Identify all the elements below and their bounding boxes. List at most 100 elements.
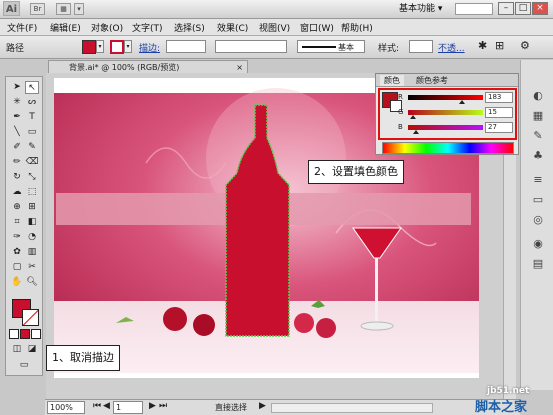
type-tool-icon[interactable]: T: [25, 111, 39, 124]
stroke-dropdown[interactable]: ▾: [124, 40, 132, 53]
stroke-swatch[interactable]: [110, 40, 124, 54]
stroke-icon[interactable]: ≡: [529, 172, 547, 188]
eyedropper-icon[interactable]: ✑: [10, 231, 24, 244]
variable-width-profile[interactable]: [215, 40, 287, 53]
menu-window[interactable]: 窗口(W): [300, 21, 334, 34]
lasso-icon[interactable]: ᔕ: [25, 96, 39, 109]
watermark-url: jb51.net: [487, 386, 530, 396]
swatches-icon[interactable]: ▦: [529, 108, 547, 124]
first-page-icon[interactable]: ⏮: [93, 401, 101, 411]
status-menu-icon[interactable]: ▶: [259, 401, 266, 411]
search-input[interactable]: [455, 3, 493, 15]
graphic-style-picker[interactable]: [409, 40, 433, 53]
g-slider-thumb[interactable]: [409, 115, 416, 119]
channel-r-label: R: [398, 93, 403, 101]
fill-dropdown[interactable]: ▾: [96, 40, 104, 53]
horizontal-scrollbar[interactable]: [271, 403, 433, 413]
free-transform-icon[interactable]: ⬚: [25, 186, 39, 199]
b-value-field[interactable]: 27: [485, 122, 513, 133]
draw-normal-icon[interactable]: ◫: [10, 343, 24, 356]
gradient-tool-icon[interactable]: ◧: [25, 216, 39, 229]
color-mode-icon[interactable]: [20, 329, 30, 339]
gradient-icon[interactable]: ▭: [529, 192, 547, 208]
slice-tool-icon[interactable]: ✂: [25, 261, 39, 274]
rectangle-tool-icon[interactable]: ▭: [25, 126, 39, 139]
menu-object[interactable]: 对象(O): [91, 21, 123, 34]
magic-wand-icon[interactable]: ✳: [10, 96, 24, 109]
align-icon[interactable]: ⊞: [495, 39, 504, 52]
transparency-icon[interactable]: ◎: [529, 212, 547, 228]
g-slider[interactable]: [408, 110, 483, 119]
screen-mode-icon[interactable]: ▭: [17, 359, 31, 372]
blob-brush-icon[interactable]: ✏: [10, 156, 24, 169]
r-value-field[interactable]: 183: [485, 92, 513, 103]
b-slider-thumb[interactable]: [413, 130, 420, 134]
g-value-field[interactable]: 15: [485, 107, 513, 118]
last-page-icon[interactable]: ⏭: [159, 401, 167, 411]
prev-page-icon[interactable]: ◀: [103, 401, 110, 411]
menu-type[interactable]: 文字(T): [132, 21, 163, 34]
menu-help[interactable]: 帮助(H): [341, 21, 373, 34]
symbols-icon[interactable]: ♣: [529, 148, 547, 164]
b-slider[interactable]: [408, 125, 483, 134]
menu-file[interactable]: 文件(F): [7, 21, 37, 34]
arrange-documents-button[interactable]: ▦: [56, 3, 71, 15]
appearance-icon[interactable]: ◉: [529, 236, 547, 252]
arrange-dropdown-icon[interactable]: ▾: [74, 3, 84, 15]
selection-tool-icon[interactable]: ➤: [10, 81, 24, 94]
menu-edit[interactable]: 编辑(E): [50, 21, 81, 34]
brushes-icon[interactable]: ✎: [529, 128, 547, 144]
blend-tool-icon[interactable]: ◔: [25, 231, 39, 244]
eraser-icon[interactable]: ⌫: [25, 156, 39, 169]
mesh-tool-icon[interactable]: ⌗: [10, 216, 24, 229]
minimize-button[interactable]: –: [498, 2, 514, 15]
rotate-tool-icon[interactable]: ↻: [10, 171, 24, 184]
pencil-icon[interactable]: ✎: [25, 141, 39, 154]
graph-tool-icon[interactable]: ▥: [25, 246, 39, 259]
tab-color[interactable]: 颜色: [380, 75, 404, 86]
paintbrush-icon[interactable]: ✐: [10, 141, 24, 154]
zoom-field[interactable]: 100%: [47, 401, 85, 414]
document-tab[interactable]: 背景.ai* @ 100% (RGB/预览) ×: [48, 60, 248, 73]
perspective-grid-icon[interactable]: ⊞: [25, 201, 39, 214]
workspace-switcher[interactable]: 基本功能 ▾: [399, 2, 442, 16]
color-panel-icon[interactable]: ◐: [529, 88, 547, 104]
r-slider[interactable]: [408, 95, 483, 104]
draw-behind-icon[interactable]: ◪: [25, 343, 39, 356]
transform-icon[interactable]: ⚙: [520, 39, 530, 52]
page-field[interactable]: 1: [113, 401, 143, 414]
menu-select[interactable]: 选择(S): [174, 21, 205, 34]
default-colors-icon[interactable]: [9, 329, 19, 339]
layers-icon[interactable]: ▤: [529, 256, 547, 272]
stroke-none-indicator[interactable]: [22, 309, 39, 326]
menu-effect[interactable]: 效果(C): [217, 21, 248, 34]
stroke-label[interactable]: 描边:: [139, 41, 160, 54]
bridge-button[interactable]: Br: [30, 3, 45, 15]
artboard-tool-icon[interactable]: ▢: [10, 261, 24, 274]
tab-color-guide[interactable]: 颜色参考: [416, 75, 448, 86]
none-mode-icon[interactable]: [31, 329, 41, 339]
stroke-weight-field[interactable]: [166, 40, 206, 53]
fill-swatch[interactable]: [82, 40, 96, 54]
opacity-label[interactable]: 不透...: [438, 41, 465, 54]
brush-definition[interactable]: 基本: [297, 40, 365, 53]
next-page-icon[interactable]: ▶: [149, 401, 156, 411]
restore-button[interactable]: □: [515, 2, 531, 15]
line-tool-icon[interactable]: ╲: [10, 126, 24, 139]
color-spectrum[interactable]: [382, 142, 514, 154]
close-button[interactable]: ×: [532, 2, 548, 15]
shape-builder-icon[interactable]: ⊕: [10, 201, 24, 214]
recolor-icon[interactable]: ✱: [478, 39, 487, 52]
scale-tool-icon[interactable]: ⤡: [25, 171, 39, 184]
r-slider-thumb[interactable]: [459, 100, 465, 104]
warp-tool-icon[interactable]: ☁: [10, 186, 24, 199]
hand-tool-icon[interactable]: ✋: [10, 276, 24, 289]
workspace-label: 基本功能: [399, 4, 436, 14]
symbol-sprayer-icon[interactable]: ✿: [10, 246, 24, 259]
zoom-tool-icon[interactable]: 🔍︎: [25, 276, 39, 289]
direct-selection-tool-icon[interactable]: ↖: [25, 81, 39, 94]
stroke-style-label: 基本: [338, 43, 354, 52]
pen-tool-icon[interactable]: ✒: [10, 111, 24, 124]
menu-view[interactable]: 视图(V): [259, 21, 290, 34]
chevron-down-icon: ▾: [437, 4, 443, 14]
